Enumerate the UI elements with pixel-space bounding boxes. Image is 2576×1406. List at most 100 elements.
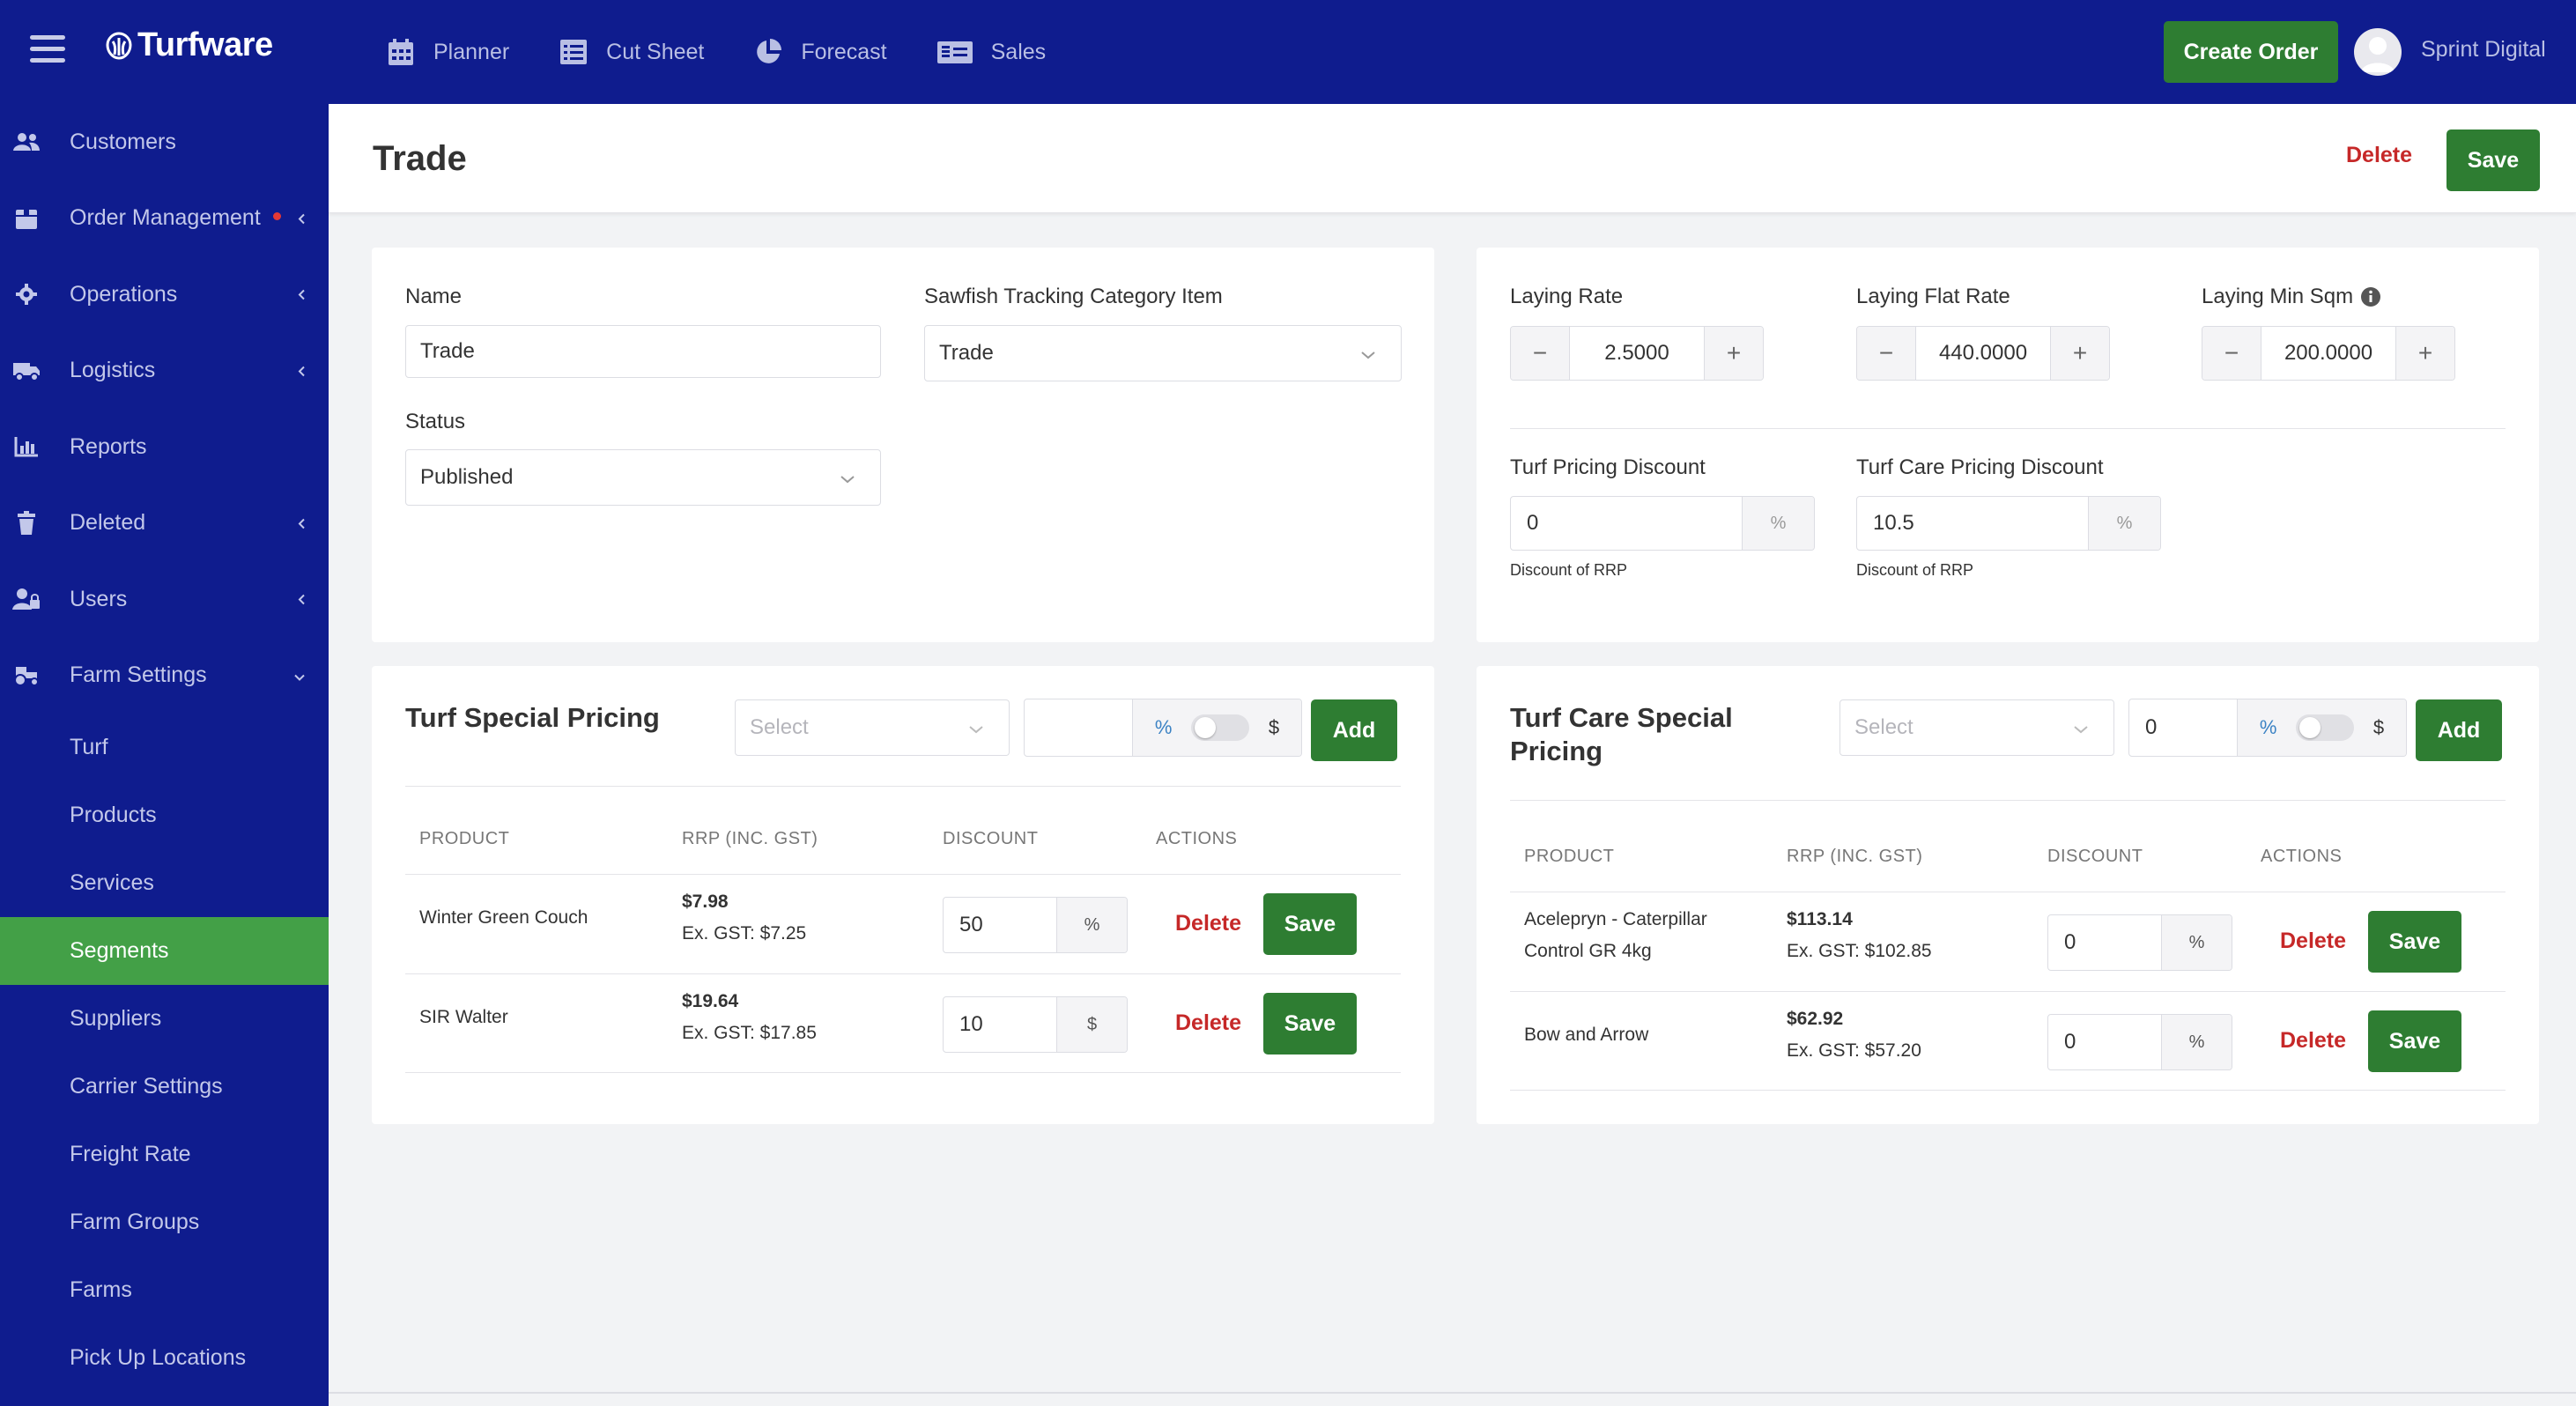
row-delete-button[interactable]: Delete: [2280, 929, 2346, 954]
turf-pricing-discount-input[interactable]: 0 %: [1510, 496, 1815, 551]
column-header-rrp: RRP (INC. GST): [682, 829, 818, 848]
sidebar-subitem-farms[interactable]: Farms: [0, 1256, 329, 1324]
sidebar-item-deleted[interactable]: Deleted: [0, 485, 329, 562]
percent-addon: %: [2088, 497, 2160, 550]
sidebar-item-operations[interactable]: Operations: [0, 256, 329, 333]
nav-planner[interactable]: Planner: [386, 37, 509, 67]
sidebar-subitem-turf[interactable]: Turf: [0, 714, 329, 781]
nav-cut-sheet[interactable]: Cut Sheet: [559, 37, 704, 67]
add-button[interactable]: Add: [1311, 699, 1397, 761]
sidebar-item-order-management[interactable]: Order Management: [0, 181, 329, 257]
row-delete-button[interactable]: Delete: [2280, 1028, 2346, 1054]
page-header: Trade Delete Save: [329, 104, 2576, 213]
product-name: SIR Walter: [419, 1007, 508, 1027]
percent-option[interactable]: %: [2260, 716, 2277, 739]
laying-min-sqm-label: Laying Min Sqm: [2202, 285, 2381, 309]
nav-sales[interactable]: Sales: [936, 37, 1046, 67]
row-save-button[interactable]: Save: [2368, 911, 2461, 973]
row-save-button[interactable]: Save: [1263, 893, 1357, 955]
turf-care-product-select[interactable]: Select: [1839, 699, 2114, 756]
turf-special-pricing-card: Turf Special Pricing Select % $ Add PROD…: [372, 666, 1434, 1124]
truck-icon: [12, 357, 41, 385]
save-button[interactable]: Save: [2446, 130, 2540, 191]
name-input[interactable]: Trade: [405, 325, 881, 378]
receipt-icon: [936, 41, 973, 63]
info-icon[interactable]: [2360, 286, 2381, 307]
rrp-cell: $19.64 Ex. GST: $17.85: [682, 991, 817, 1043]
sidebar-item-logistics[interactable]: Logistics: [0, 333, 329, 410]
chevron-left-icon: [297, 358, 306, 383]
plus-icon[interactable]: +: [2396, 327, 2454, 380]
status-label: Status: [405, 410, 466, 433]
nav-forecast[interactable]: Forecast: [753, 37, 887, 67]
turf-special-pricing-title: Turf Special Pricing: [405, 702, 660, 733]
laying-min-sqm-value[interactable]: 200.0000: [2261, 327, 2396, 380]
sidebar-subitem-suppliers[interactable]: Suppliers: [0, 985, 329, 1053]
sidebar-subitem-segments[interactable]: Segments: [0, 917, 329, 985]
add-button[interactable]: Add: [2416, 699, 2502, 761]
sidebar-item-farm-settings[interactable]: Farm Settings: [0, 638, 329, 714]
row-discount-input[interactable]: 50 %: [943, 897, 1128, 953]
sidebar-item-reports[interactable]: Reports: [0, 409, 329, 485]
user-lock-icon: [12, 585, 41, 613]
nav-planner-label: Planner: [433, 39, 510, 64]
turf-care-pricing-discount-input[interactable]: 10.5 %: [1856, 496, 2161, 551]
create-order-button[interactable]: Create Order: [2164, 21, 2338, 83]
row-delete-button[interactable]: Delete: [1175, 1010, 1241, 1036]
sidebar-subitem-products[interactable]: Products: [0, 781, 329, 849]
tracking-category-select[interactable]: Trade: [924, 325, 1402, 381]
user-name[interactable]: Sprint Digital: [2421, 37, 2546, 63]
plus-icon[interactable]: +: [1705, 327, 1763, 380]
pie-chart-icon: [757, 39, 782, 63]
page-title: Trade: [373, 139, 467, 178]
sidebar-item-label: Reports: [70, 433, 147, 459]
laying-min-sqm-stepper[interactable]: − 200.0000 +: [2202, 326, 2455, 381]
status-select[interactable]: Published: [405, 449, 881, 506]
list-icon: [560, 40, 588, 64]
delete-button[interactable]: Delete: [2346, 143, 2412, 168]
laying-flat-rate-value[interactable]: 440.0000: [1915, 327, 2051, 380]
column-header-product: PRODUCT: [1524, 847, 1615, 866]
turf-discount-value[interactable]: [1025, 699, 1132, 756]
sidebar-item-label: Deleted: [70, 510, 146, 536]
row-discount-input[interactable]: 0 %: [2047, 914, 2232, 971]
dollar-option[interactable]: $: [2373, 716, 2384, 739]
row-delete-button[interactable]: Delete: [1175, 911, 1241, 936]
row-save-button[interactable]: Save: [1263, 993, 1357, 1054]
unit-toggle[interactable]: [2296, 714, 2355, 741]
laying-rate-value[interactable]: 2.5000: [1569, 327, 1705, 380]
box-icon: [12, 204, 41, 233]
app-name: Turfware: [137, 26, 273, 63]
turf-product-select[interactable]: Select: [735, 699, 1010, 756]
sidebar-item-customers[interactable]: Customers: [0, 104, 329, 181]
sidebar-subitem-freight-rate[interactable]: Freight Rate: [0, 1121, 329, 1188]
turf-discount-entry[interactable]: % $: [1024, 699, 1302, 757]
turf-care-pricing-discount-label: Turf Care Pricing Discount: [1856, 455, 2104, 479]
sidebar-subitem-farm-groups[interactable]: Farm Groups: [0, 1188, 329, 1256]
sidebar-subitem-services[interactable]: Services: [0, 849, 329, 917]
sidebar-subitem-pick-up-locations[interactable]: Pick Up Locations: [0, 1324, 329, 1392]
sidebar-item-users[interactable]: Users: [0, 561, 329, 638]
plus-icon[interactable]: +: [2051, 327, 2109, 380]
top-nav: Planner Cut Sheet Forecast Sales: [386, 0, 1095, 104]
row-save-button[interactable]: Save: [2368, 1010, 2461, 1072]
dollar-option[interactable]: $: [1269, 716, 1279, 739]
percent-option[interactable]: %: [1155, 716, 1173, 739]
divider: [1510, 1090, 2506, 1091]
turf-care-discount-value[interactable]: 0: [2129, 699, 2237, 756]
nav-cut-sheet-label: Cut Sheet: [606, 39, 705, 64]
minus-icon[interactable]: −: [1511, 327, 1569, 380]
avatar[interactable]: [2354, 28, 2402, 76]
row-discount-input[interactable]: 0 %: [2047, 1014, 2232, 1070]
turf-care-discount-entry[interactable]: 0 % $: [2128, 699, 2407, 757]
menu-icon[interactable]: [30, 35, 65, 65]
laying-flat-rate-stepper[interactable]: − 440.0000 +: [1856, 326, 2110, 381]
unit-toggle[interactable]: [1191, 714, 1250, 741]
minus-icon[interactable]: −: [1857, 327, 1915, 380]
minus-icon[interactable]: −: [2202, 327, 2261, 380]
app-logo[interactable]: Turfware: [104, 26, 273, 64]
sidebar-subitem-carrier-settings[interactable]: Carrier Settings: [0, 1053, 329, 1121]
chevron-down-icon: [968, 715, 984, 740]
row-discount-input[interactable]: 10 $: [943, 996, 1128, 1053]
laying-rate-stepper[interactable]: − 2.5000 +: [1510, 326, 1764, 381]
